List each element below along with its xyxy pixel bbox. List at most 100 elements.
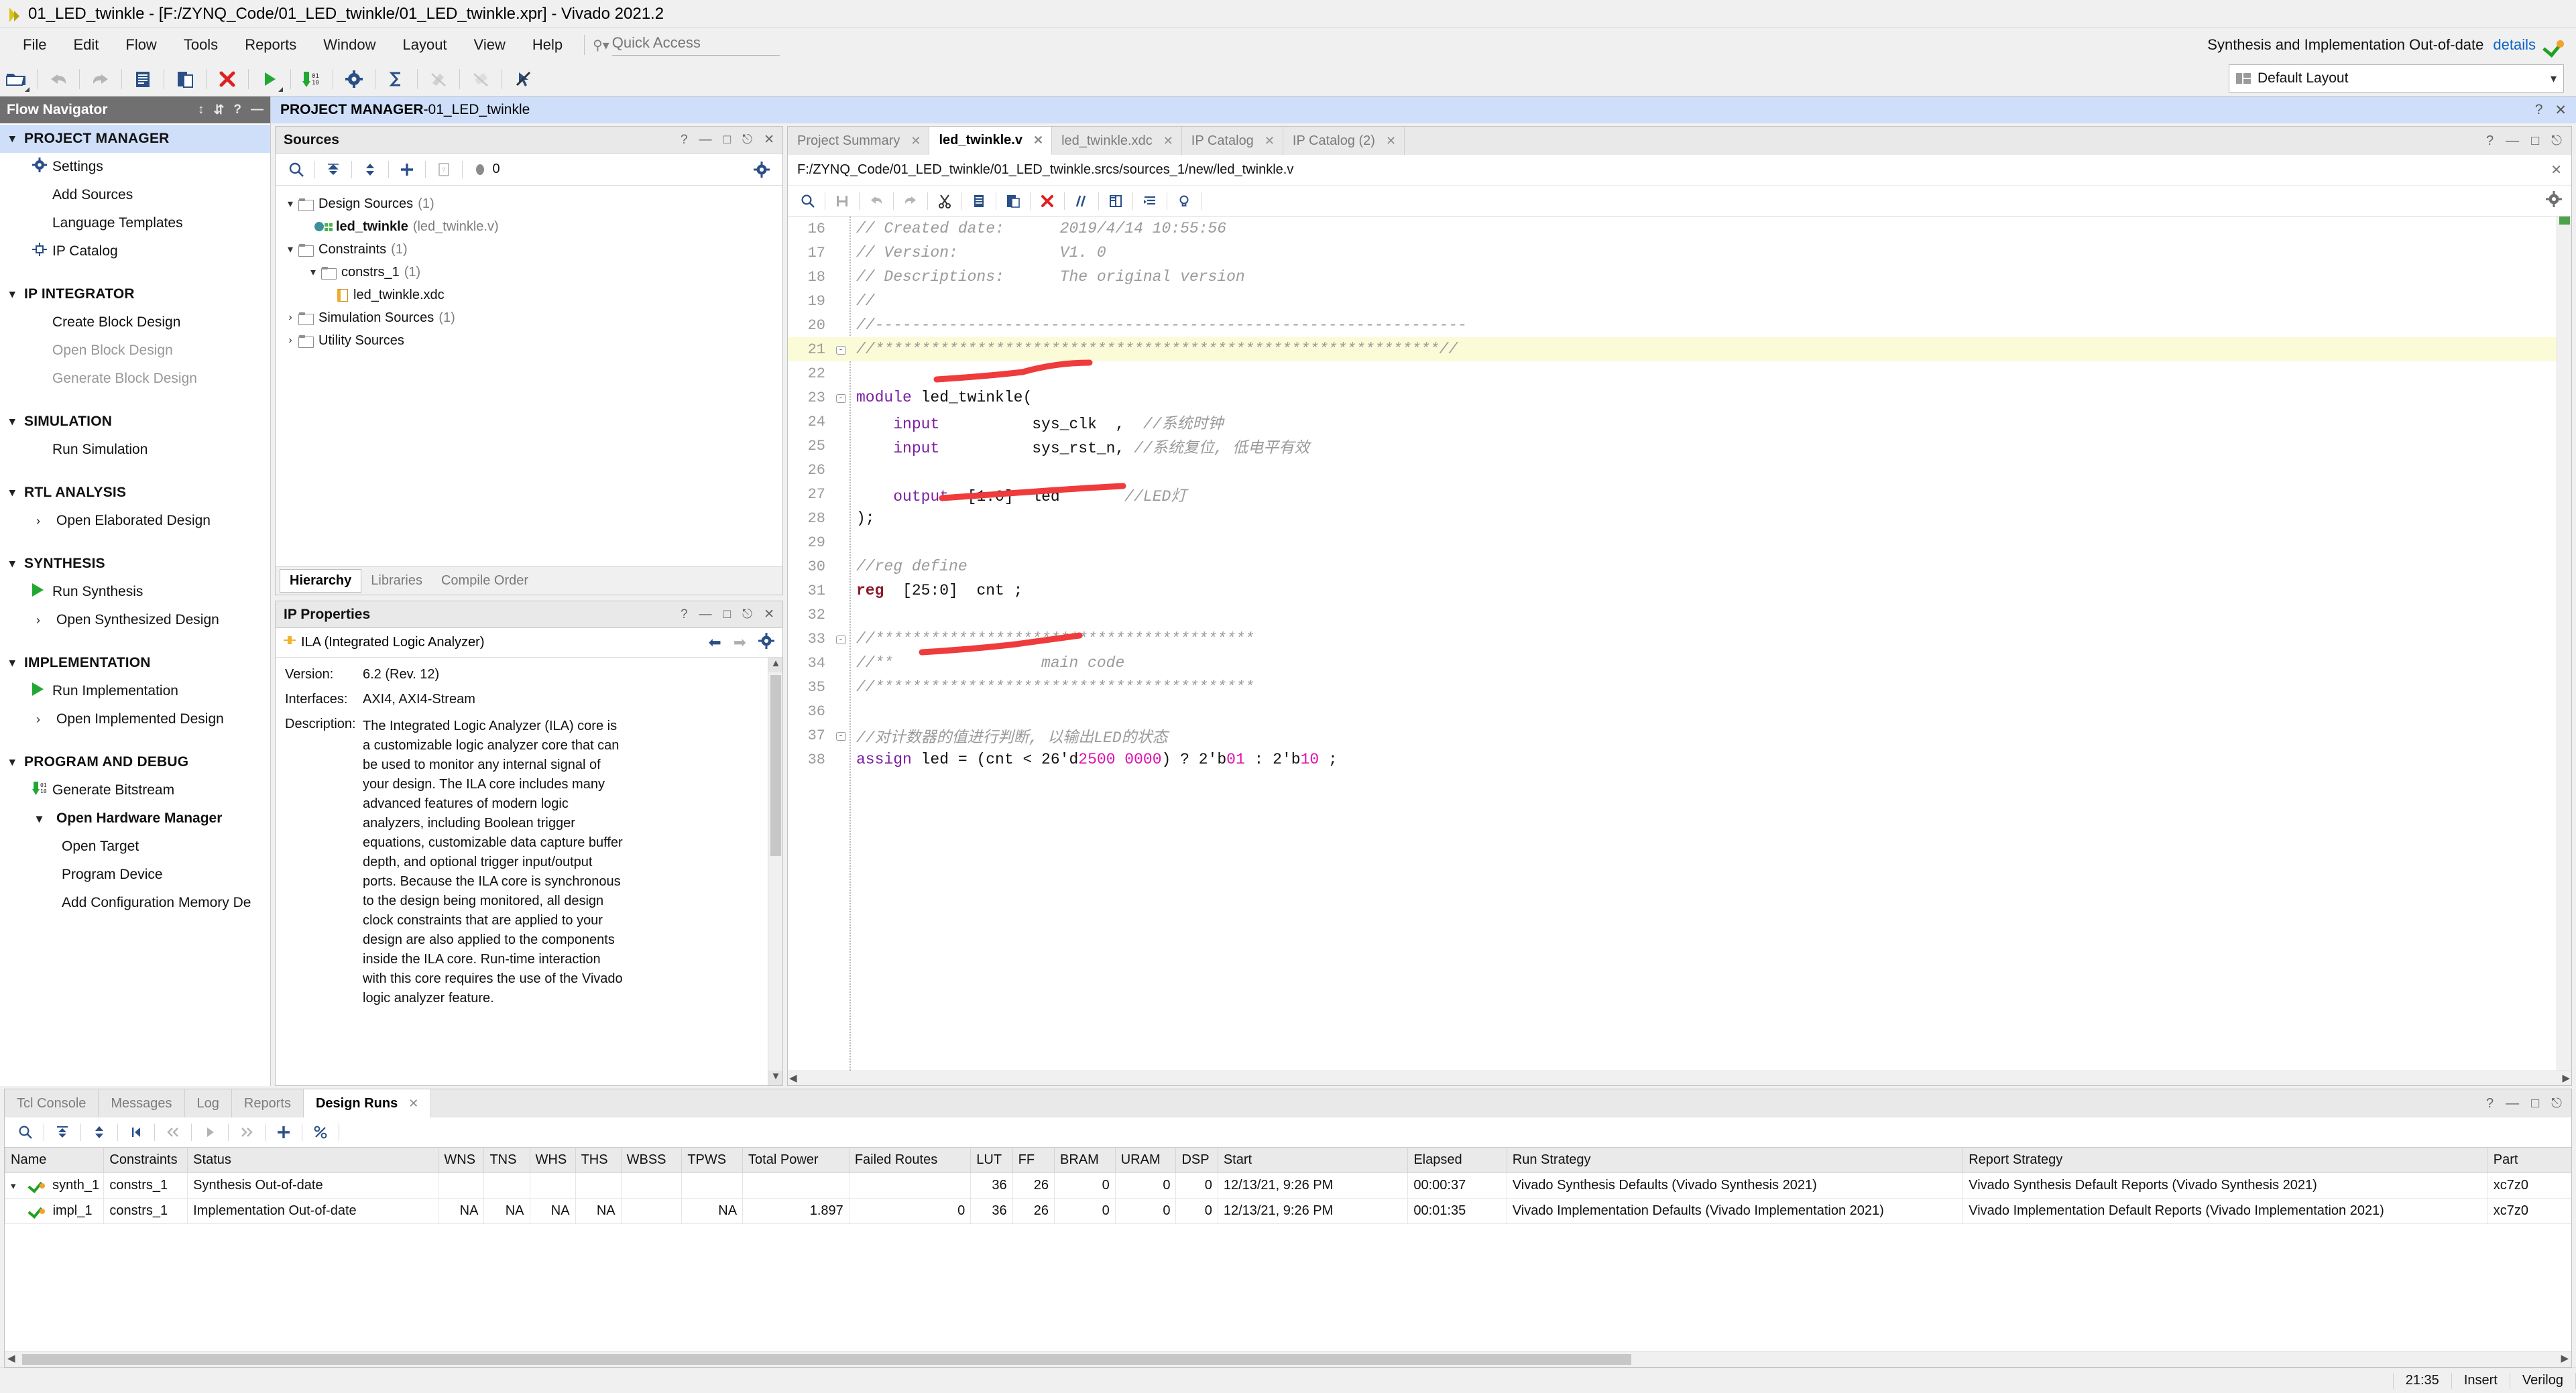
menu-view[interactable]: View xyxy=(461,32,519,58)
float-icon[interactable]: ⎋ xyxy=(2551,133,2562,149)
flow-section-program-and-debug[interactable]: ▾ PROGRAM AND DEBUG xyxy=(0,748,270,776)
col-dsp[interactable]: DSP xyxy=(1175,1147,1218,1173)
flow-item-language-templates[interactable]: Language Templates xyxy=(0,209,270,237)
flow-section-ip-integrator[interactable]: ▾ IP INTEGRATOR xyxy=(0,280,270,308)
collapse-all-icon[interactable] xyxy=(48,1119,76,1145)
help-icon[interactable]: ? xyxy=(233,103,241,117)
save-icon[interactable] xyxy=(829,189,856,213)
sources-settings-gear-icon[interactable] xyxy=(748,157,776,182)
chevron-down-icon[interactable]: ▾ xyxy=(282,197,298,210)
collapse-all-icon[interactable]: ↕ xyxy=(198,103,204,117)
close-icon[interactable]: ✕ xyxy=(1033,133,1043,147)
flow-item-run-implementation[interactable]: Run Implementation xyxy=(0,677,270,705)
toggle-comment-icon[interactable] xyxy=(1068,189,1095,213)
hidden-count-badge[interactable]: 0 xyxy=(467,157,508,182)
tree-item-constraints[interactable]: ▾ Constraints (1) xyxy=(276,238,782,261)
expand-all-icon[interactable] xyxy=(85,1119,113,1145)
undo-icon[interactable] xyxy=(42,64,74,94)
scrollbar-thumb[interactable] xyxy=(22,1354,1631,1365)
menu-help[interactable]: Help xyxy=(519,32,576,58)
tree-item-led-twinkle-xdc[interactable]: led_twinkle.xdc xyxy=(276,284,782,306)
tab-libraries[interactable]: Libraries xyxy=(361,570,432,592)
col-name[interactable]: Name xyxy=(5,1147,105,1173)
scroll-down-icon[interactable]: ▼ xyxy=(768,1071,782,1085)
ip-settings-gear-icon[interactable] xyxy=(758,632,774,653)
chevron-down-icon[interactable]: ▾ xyxy=(305,265,321,279)
flow-item-create-block-design[interactable]: Create Block Design xyxy=(0,308,270,337)
add-run-icon[interactable] xyxy=(270,1119,298,1145)
menu-flow[interactable]: Flow xyxy=(112,32,170,58)
maximize-icon[interactable]: □ xyxy=(723,607,731,622)
flow-item-run-simulation[interactable]: Run Simulation xyxy=(0,436,270,464)
close-icon[interactable]: ✕ xyxy=(764,607,774,622)
chevron-right-icon[interactable]: › xyxy=(282,335,298,347)
flow-item-open-hardware-manager[interactable]: ▾ Open Hardware Manager xyxy=(0,804,270,833)
help-icon[interactable]: ? xyxy=(2486,133,2494,149)
run-icon[interactable] xyxy=(253,64,286,94)
col-ff[interactable]: FF xyxy=(1012,1147,1055,1173)
close-icon[interactable]: ✕ xyxy=(1265,134,1275,148)
lightbulb-icon[interactable] xyxy=(1171,189,1197,213)
save-all-icon[interactable] xyxy=(169,64,201,94)
scrollbar-thumb[interactable] xyxy=(2559,217,2570,225)
quick-access-input[interactable] xyxy=(611,34,780,56)
minimize-icon[interactable]: — xyxy=(699,133,712,147)
col-part[interactable]: Part xyxy=(2487,1147,2571,1173)
table-row[interactable]: ▾ synth_1 constrs_1 Synthesis Out-of-dat… xyxy=(5,1172,2571,1199)
col-bram[interactable]: BRAM xyxy=(1054,1147,1116,1173)
back-arrow-icon[interactable]: ⬅ xyxy=(708,633,721,652)
tab-led-twinkle-v[interactable]: led_twinkle.v ✕ xyxy=(929,127,1053,155)
close-icon[interactable] xyxy=(211,64,243,94)
float-icon[interactable]: ⎋ xyxy=(2551,1096,2562,1111)
settings-gear-icon[interactable] xyxy=(338,64,370,94)
close-icon[interactable]: ✕ xyxy=(2555,102,2567,119)
tab-project-summary[interactable]: Project Summary ✕ xyxy=(788,127,930,155)
scroll-left-icon[interactable]: ◀ xyxy=(789,1072,797,1084)
fold-toggle-icon[interactable]: - xyxy=(832,729,850,741)
tab-messages[interactable]: Messages xyxy=(99,1089,185,1117)
scroll-right-icon[interactable]: ▶ xyxy=(2561,1352,2569,1364)
menu-file[interactable]: File xyxy=(9,32,60,58)
forward-arrow-icon[interactable]: ➡ xyxy=(734,633,746,652)
design-runs-horizontal-scrollbar[interactable]: ◀ ▶ xyxy=(5,1351,2571,1367)
float-icon[interactable]: ⎋ xyxy=(742,607,752,622)
flow-item-open-synthesized-design[interactable]: › Open Synthesized Design xyxy=(0,606,270,634)
fold-toggle-icon[interactable]: - xyxy=(832,633,850,645)
menu-reports[interactable]: Reports xyxy=(231,32,310,58)
code-vertical-scrollbar[interactable] xyxy=(2557,217,2571,1071)
tab-ip-catalog-2[interactable]: IP Catalog (2) ✕ xyxy=(1283,127,1405,155)
col-total-power[interactable]: Total Power xyxy=(742,1147,850,1173)
col-tns[interactable]: TNS xyxy=(483,1147,530,1173)
col-report-strategy[interactable]: Report Strategy xyxy=(1963,1147,2488,1173)
col-wns[interactable]: WNS xyxy=(438,1147,485,1173)
menu-edit[interactable]: Edit xyxy=(60,32,112,58)
minimize-icon[interactable]: — xyxy=(251,103,264,117)
design-runs-table-wrapper[interactable]: Name Constraints Status WNS TNS WHS THS … xyxy=(5,1147,2571,1351)
cut-icon[interactable] xyxy=(931,189,958,213)
tree-item-constrs-1[interactable]: ▾ constrs_1 (1) xyxy=(276,261,782,284)
status-details-link[interactable]: details xyxy=(2493,36,2536,54)
table-row[interactable]: impl_1 constrs_1 Implementation Out-of-d… xyxy=(5,1198,2571,1224)
flow-item-generate-block-design[interactable]: Generate Block Design xyxy=(0,365,270,393)
redo-icon[interactable] xyxy=(897,189,924,213)
fold-toggle-icon[interactable]: - xyxy=(832,391,850,404)
play-icon[interactable] xyxy=(196,1119,224,1145)
col-tpws[interactable]: TPWS xyxy=(681,1147,744,1173)
flow-section-project-manager[interactable]: ▾ PROJECT MANAGER xyxy=(0,125,270,153)
flow-section-simulation[interactable]: ▾ SIMULATION xyxy=(0,408,270,436)
code-editor[interactable]: 16 // Created date: 2019/4/14 10:55:56 17 /… xyxy=(788,217,2571,1071)
code-horizontal-scrollbar[interactable]: ◀ ▶ xyxy=(788,1071,2571,1085)
maximize-icon[interactable]: □ xyxy=(723,133,731,147)
scrollbar-thumb[interactable] xyxy=(770,675,781,856)
layout-selector[interactable]: Default Layout ▾ xyxy=(2229,64,2564,93)
columns-icon[interactable] xyxy=(1102,189,1129,213)
flow-item-ip-catalog[interactable]: IP Catalog xyxy=(0,237,270,265)
tree-item-led-twinkle[interactable]: led_twinkle (led_twinkle.v) xyxy=(276,215,782,238)
minimize-icon[interactable]: — xyxy=(699,607,712,622)
copy-icon[interactable] xyxy=(965,189,992,213)
menu-layout[interactable]: Layout xyxy=(389,32,460,58)
report-sigma-icon[interactable] xyxy=(380,64,412,94)
help-icon[interactable]: ? xyxy=(681,133,688,147)
col-whs[interactable]: WHS xyxy=(529,1147,576,1173)
undo-icon[interactable] xyxy=(863,189,890,213)
